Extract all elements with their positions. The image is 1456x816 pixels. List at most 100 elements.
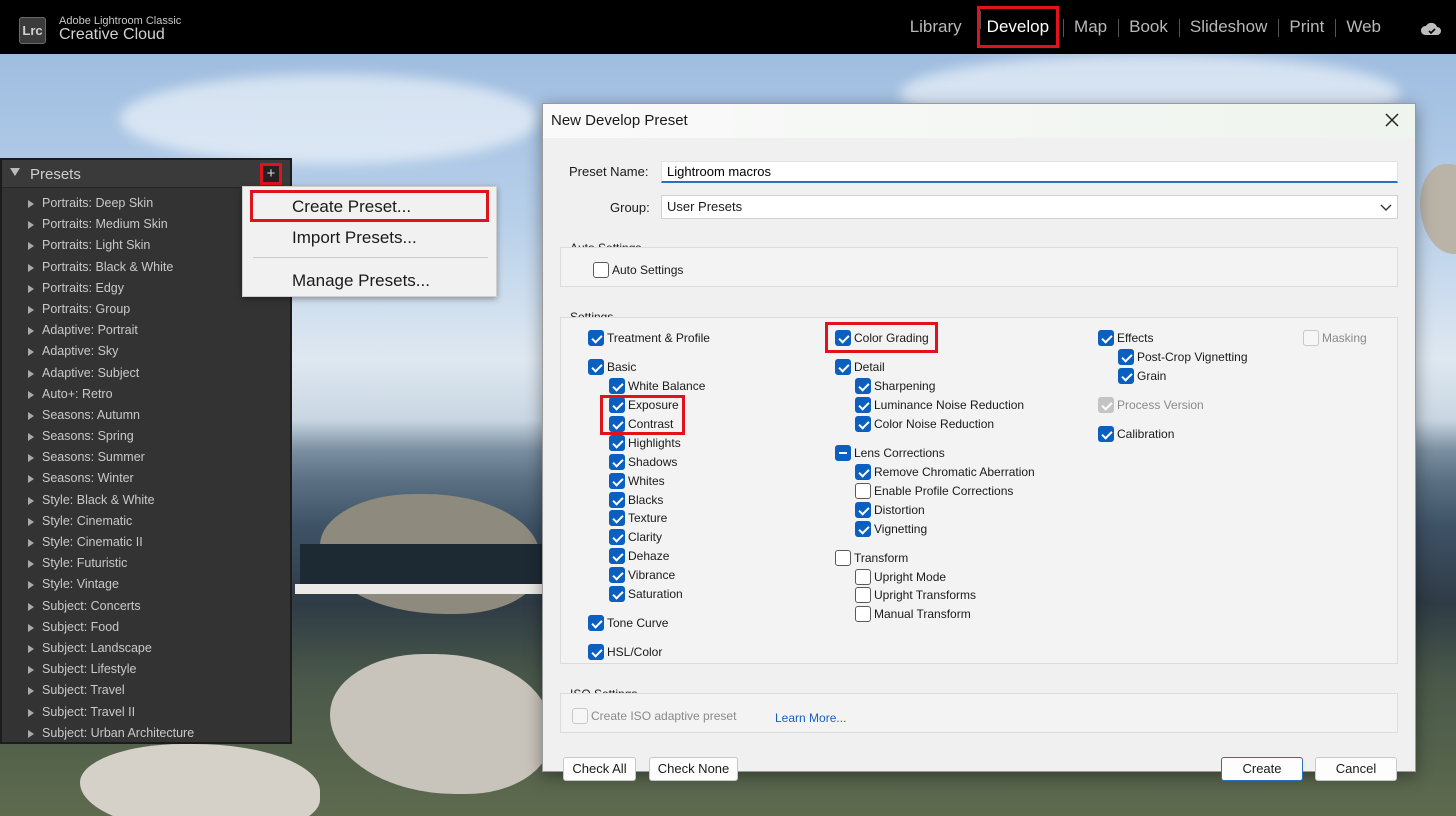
preset-folder-item[interactable]: Subject: Food	[2, 617, 290, 638]
preset-folder-item[interactable]: Style: Cinematic	[2, 511, 290, 532]
checkbox-label: Highlights	[628, 436, 681, 450]
preset-folder-item[interactable]: Seasons: Spring	[2, 426, 290, 447]
close-icon[interactable]	[1383, 111, 1401, 129]
checkbox-label: Clarity	[628, 530, 663, 544]
module-library[interactable]: Library	[899, 17, 973, 37]
checkbox-label: Enable Profile Corrections	[874, 484, 1014, 498]
checkbox-label: Create ISO adaptive preset	[591, 709, 737, 723]
check-none-button[interactable]: Check None	[649, 757, 738, 781]
auto-settings-checkbox[interactable]: Auto Settings	[593, 262, 683, 278]
preset-name-input[interactable]	[661, 161, 1398, 183]
checkbox-chromatic-aberration[interactable]: Remove Chromatic Aberration	[855, 464, 1035, 480]
checkbox-shadows[interactable]: Shadows	[609, 454, 677, 470]
checkbox-vibrance[interactable]: Vibrance	[609, 567, 675, 583]
checkbox-hsl-color[interactable]: HSL/Color	[588, 644, 662, 660]
preset-context-menu: Create Preset... Import Presets... Manag…	[242, 186, 497, 297]
preset-folder-item[interactable]: Auto+: Retro	[2, 384, 290, 405]
checkbox-effects[interactable]: Effects	[1098, 330, 1153, 346]
preset-folder-item[interactable]: Style: Futuristic	[2, 553, 290, 574]
presets-header[interactable]: Presets +	[2, 160, 290, 188]
cancel-button[interactable]: Cancel	[1315, 757, 1397, 781]
checkbox-detail[interactable]: Detail	[835, 359, 885, 375]
preset-folder-item[interactable]: Seasons: Summer	[2, 447, 290, 468]
checkbox-manual-transform[interactable]: Manual Transform	[855, 606, 971, 622]
checkbox-label: Vibrance	[628, 568, 676, 582]
learn-more-link[interactable]: Learn More...	[775, 711, 846, 725]
checkbox-label: Detail	[854, 360, 885, 374]
checkbox-treatment-profile[interactable]: Treatment & Profile	[588, 330, 710, 346]
checkbox-transform[interactable]: Transform	[835, 550, 908, 566]
module-map[interactable]: Map	[1063, 17, 1118, 37]
preset-folder-item[interactable]: Style: Black & White	[2, 490, 290, 511]
preset-folder-item[interactable]: Adaptive: Portrait	[2, 320, 290, 341]
create-button[interactable]: Create	[1221, 757, 1303, 781]
checkbox-whites[interactable]: Whites	[609, 473, 665, 489]
menu-item-manage-presets[interactable]: Manage Presets...	[292, 271, 430, 291]
preset-folder-item[interactable]: Adaptive: Sky	[2, 341, 290, 362]
checkbox-label: Whites	[628, 474, 665, 488]
checkbox-calibration[interactable]: Calibration	[1098, 426, 1174, 442]
checkbox-sharpening[interactable]: Sharpening	[855, 378, 935, 394]
preset-folder-item[interactable]: Subject: Lifestyle	[2, 659, 290, 680]
preset-folder-item[interactable]: Subject: Travel	[2, 680, 290, 701]
preset-folder-item[interactable]: Subject: Landscape	[2, 638, 290, 659]
checkbox-tone-curve[interactable]: Tone Curve	[588, 615, 668, 631]
checkbox-dehaze[interactable]: Dehaze	[609, 548, 669, 564]
checkbox-luminance-noise[interactable]: Luminance Noise Reduction	[855, 397, 1024, 413]
checkbox-label: Distortion	[874, 503, 925, 517]
checkbox-white-balance[interactable]: White Balance	[609, 378, 705, 394]
preset-folder-item[interactable]: Subject: Urban Architecture	[2, 723, 290, 744]
checkbox-clarity[interactable]: Clarity	[609, 529, 662, 545]
preset-folder-item[interactable]: Adaptive: Subject	[2, 363, 290, 384]
checkbox-label: Remove Chromatic Aberration	[874, 465, 1035, 479]
checkbox-lens-corrections[interactable]: Lens Corrections	[835, 445, 945, 461]
cloud-sync-icon[interactable]	[1420, 22, 1442, 36]
checkbox-saturation[interactable]: Saturation	[609, 586, 683, 602]
checkbox-color-noise[interactable]: Color Noise Reduction	[855, 416, 994, 432]
checkbox-label: Calibration	[1117, 427, 1175, 441]
checkbox-basic[interactable]: Basic	[588, 359, 636, 375]
module-web[interactable]: Web	[1335, 17, 1392, 37]
preset-folder-item[interactable]: Seasons: Autumn	[2, 405, 290, 426]
checkbox-label: Sharpening	[874, 379, 936, 393]
checkbox-iso-adaptive: Create ISO adaptive preset	[572, 708, 736, 724]
collapse-triangle-icon[interactable]	[10, 168, 20, 176]
checkbox-profile-corrections[interactable]: Enable Profile Corrections	[855, 483, 1013, 499]
menu-separator	[253, 257, 488, 258]
menu-item-import-presets[interactable]: Import Presets...	[292, 228, 417, 248]
building-shape	[295, 584, 545, 594]
preset-folder-item[interactable]: Seasons: Winter	[2, 468, 290, 489]
module-book[interactable]: Book	[1118, 17, 1179, 37]
checkbox-label: Post-Crop Vignetting	[1137, 350, 1248, 364]
group-select[interactable]: User Presets	[661, 195, 1398, 219]
preset-folder-item[interactable]: Subject: Concerts	[2, 596, 290, 617]
dialog-title: New Develop Preset	[551, 112, 688, 129]
checkbox-distortion[interactable]: Distortion	[855, 502, 925, 518]
rock-shape	[330, 654, 550, 794]
module-develop[interactable]: Develop	[976, 6, 1060, 48]
top-bar: Lrc Adobe Lightroom Classic Creative Clo…	[0, 0, 1456, 54]
checkbox-upright-mode[interactable]: Upright Mode	[855, 569, 946, 585]
preset-folder-item[interactable]: Style: Cinematic II	[2, 532, 290, 553]
preset-folder-item[interactable]: Style: Vintage	[2, 574, 290, 595]
menu-item-create-preset[interactable]: Create Preset...	[292, 197, 411, 217]
rock-shape	[80, 744, 320, 816]
brand-suite-name: Creative Cloud	[59, 26, 165, 43]
checkbox-upright-transforms[interactable]: Upright Transforms	[855, 587, 976, 603]
check-all-button[interactable]: Check All	[563, 757, 636, 781]
checkbox-vignetting[interactable]: Vignetting	[855, 521, 927, 537]
add-preset-button[interactable]: +	[260, 163, 282, 185]
lrc-logo-icon: Lrc	[19, 17, 46, 44]
preset-folder-item[interactable]: Subject: Travel II	[2, 702, 290, 723]
preset-folder-item[interactable]: Portraits: Group	[2, 299, 290, 320]
module-print[interactable]: Print	[1278, 17, 1335, 37]
checkbox-label: Texture	[628, 511, 668, 525]
checkbox-texture[interactable]: Texture	[609, 510, 667, 526]
presets-title: Presets	[30, 166, 81, 183]
checkbox-blacks[interactable]: Blacks	[609, 492, 663, 508]
checkbox-grain[interactable]: Grain	[1118, 368, 1166, 384]
highlight-color-grading	[825, 322, 938, 353]
module-slideshow[interactable]: Slideshow	[1178, 17, 1279, 37]
checkbox-highlights[interactable]: Highlights	[609, 435, 681, 451]
checkbox-post-crop-vignetting[interactable]: Post-Crop Vignetting	[1118, 349, 1248, 365]
